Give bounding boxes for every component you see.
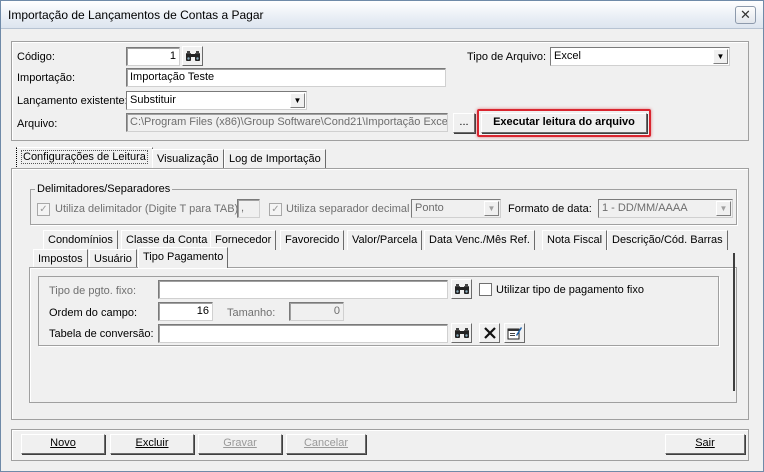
novo-button[interactable]: Novo [21,434,105,454]
tabela-clear-button[interactable] [479,323,500,343]
field-tab-favorecido[interactable]: Favorecido [280,230,345,250]
utiliza-separador-label: Utiliza separador decimal [286,203,410,215]
tab-label: Impostos [38,253,83,265]
x-close-icon [483,327,496,339]
tab-label: Nota Fiscal [547,234,603,246]
utiliza-delimitador-checkbox[interactable]: ✓ [37,203,50,216]
tabela-search-button[interactable] [451,323,472,343]
tipo-pgto-search-button[interactable] [451,279,472,299]
gravar-label: Gravar [223,437,257,449]
tab-label: Condomínios [48,234,113,246]
tabela-edit-button[interactable] [504,323,525,343]
tab-label: Favorecido [285,234,340,246]
tamanho-input[interactable]: 0 [289,302,344,321]
ordem-campo-label: Ordem do campo: [49,307,138,319]
tab-label: Descrição/Cód. Barras [612,234,723,246]
delimitadores-group-label: Delimitadores/Separadores [35,183,173,195]
separador-select[interactable]: Ponto ▼ [411,199,501,218]
cancelar-button[interactable]: Cancelar [286,434,366,454]
browse-button[interactable]: ... [453,113,475,133]
title-bar: Importação de Lançamentos de Contas a Pa… [1,1,763,29]
field-tab-valor-parcela[interactable]: Valor/Parcela [347,230,423,250]
close-button[interactable]: ✕ [735,6,756,24]
close-icon: ✕ [740,7,751,22]
codigo-search-button[interactable] [182,46,203,66]
lancamento-value: Substituir [130,94,176,106]
form-edit-icon [507,327,522,340]
tab-visualizacao[interactable]: Visualização [152,149,224,168]
tipo-pgto-input[interactable] [158,280,448,299]
tab-label: Valor/Parcela [352,234,418,246]
field-tab-descricao[interactable]: Descrição/Cód. Barras [607,230,728,250]
tab-label: Configurações de Leitura [21,150,148,164]
field-tab-usuario[interactable]: Usuário [89,249,137,269]
formato-data-select[interactable]: 1 - DD/MM/AAAA ▼ [598,199,733,218]
tab-page-right-scroll-edge [727,253,735,391]
tipo-arquivo-select[interactable]: Excel ▼ [550,47,730,66]
field-tab-nota-fiscal[interactable]: Nota Fiscal [542,230,608,250]
utiliza-delimitador-label: Utiliza delimitador (Digite T para TAB) [55,203,239,215]
tabela-conversao-input[interactable] [158,324,448,343]
tab-label: Fornecedor [215,234,272,246]
chevron-down-icon[interactable]: ▼ [484,201,499,216]
gravar-button[interactable]: Gravar [198,434,282,454]
excluir-label: Excluir [135,437,169,449]
tab-label: Tipo Pagamento [143,251,224,263]
check-icon: ✓ [39,204,48,215]
tab-configuracoes-leitura[interactable]: Configurações de Leitura [16,147,153,169]
tipo-arquivo-label: Tipo de Arquivo: [467,51,547,63]
tabela-conversao-label: Tabela de conversão: [49,328,154,340]
cancelar-label: Cancelar [303,437,349,449]
field-tab-tipo-pagamento[interactable]: Tipo Pagamento [138,247,229,268]
novo-label: Novo [50,437,76,449]
formato-data-value: 1 - DD/MM/AAAA [602,202,688,214]
sair-button[interactable]: Sair [665,434,745,454]
chevron-down-icon[interactable]: ▼ [713,49,728,64]
binoculars-icon [454,328,469,338]
tipo-arquivo-value: Excel [554,50,581,62]
lancamento-select[interactable]: Substituir ▼ [126,91,307,110]
tipo-pgto-label: Tipo de pgto. fixo: [49,285,137,297]
chevron-down-icon[interactable]: ▼ [716,201,731,216]
importacao-input[interactable]: Importação Teste [126,68,446,87]
ordem-campo-input[interactable]: 16 [158,302,213,321]
utilizar-fixo-label: Utilizar tipo de pagamento fixo [496,284,644,296]
tab-label: Log de Importação [229,153,321,165]
tab-label: Usuário [94,253,132,265]
tamanho-label: Tamanho: [227,307,276,319]
separador-value: Ponto [415,202,444,214]
arquivo-label: Arquivo: [17,118,58,130]
tab-label: Data Venc./Mês Ref. [429,234,530,246]
check-icon: ✓ [271,204,280,215]
executar-leitura-label: Executar leitura do arquivo [493,116,635,128]
formato-data-label: Formato de data: [508,203,592,215]
arquivo-input[interactable]: C:\Program Files (x86)\Group Software\Co… [126,113,448,132]
lancamento-label: Lançamento existente: [17,95,128,107]
tab-log-importacao[interactable]: Log de Importação [224,149,326,168]
field-tab-data-venc[interactable]: Data Venc./Mês Ref. [424,230,535,250]
codigo-input[interactable]: 1 [126,47,180,66]
tab-label: Visualização [157,153,219,165]
executar-leitura-button[interactable]: Executar leitura do arquivo [481,113,647,133]
window-title: Importação de Lançamentos de Contas a Pa… [8,8,264,22]
field-tab-impostos[interactable]: Impostos [33,249,88,269]
utiliza-separador-checkbox[interactable]: ✓ [269,203,282,216]
utilizar-fixo-checkbox[interactable] [479,283,492,296]
importacao-label: Importação: [17,72,76,84]
delimitador-input[interactable]: , [237,199,260,218]
main-window: Importação de Lançamentos de Contas a Pa… [0,0,764,472]
excluir-button[interactable]: Excluir [110,434,194,454]
binoculars-icon [185,51,200,61]
binoculars-icon [454,284,469,294]
field-tab-condominios[interactable]: Condomínios [43,230,118,250]
chevron-down-icon[interactable]: ▼ [290,93,305,108]
tab-label: Classe da Conta [126,234,208,246]
codigo-label: Código: [17,51,55,63]
sair-label: Sair [695,437,715,449]
